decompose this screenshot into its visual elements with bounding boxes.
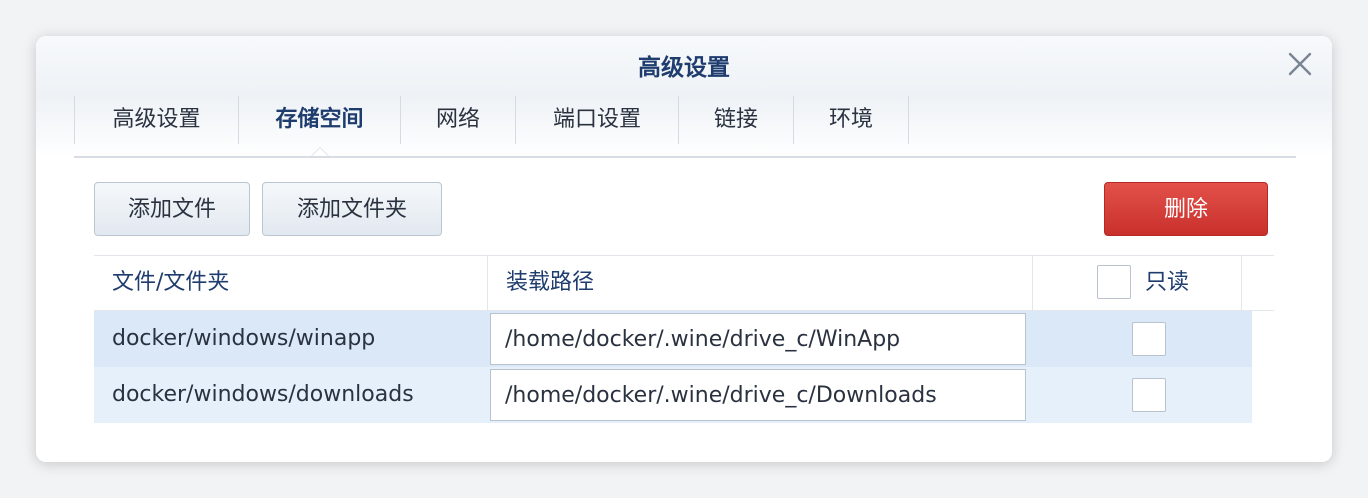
readonly-header-label: 只读 bbox=[1145, 270, 1190, 295]
readonly-select-all-checkbox[interactable] bbox=[1097, 265, 1131, 299]
advanced-settings-dialog: 高级设置 高级设置 存储空间 网络 端口设置 链接 环境 添加文件 添加文件夹 … bbox=[36, 36, 1332, 462]
tab-label: 高级设置 bbox=[112, 107, 201, 132]
column-header-mount-path[interactable]: 装载路径 bbox=[488, 256, 1033, 310]
tab-label: 网络 bbox=[435, 107, 480, 132]
readonly-checkbox[interactable] bbox=[1132, 378, 1166, 412]
tab-divider bbox=[74, 156, 1296, 158]
tab-label: 端口设置 bbox=[552, 107, 641, 132]
mount-path-input[interactable] bbox=[490, 313, 1026, 365]
mount-path-input[interactable] bbox=[490, 369, 1026, 421]
column-header-file[interactable]: 文件/文件夹 bbox=[94, 256, 488, 310]
dialog-titlebar: 高级设置 bbox=[36, 36, 1332, 96]
tab-bar: 高级设置 存储空间 网络 端口设置 链接 环境 bbox=[74, 96, 909, 156]
file-cell: docker/windows/winapp bbox=[112, 326, 376, 351]
file-cell: docker/windows/downloads bbox=[112, 382, 414, 407]
close-icon[interactable] bbox=[1286, 50, 1314, 78]
tab-advanced-settings[interactable]: 高级设置 bbox=[74, 96, 238, 144]
dialog-title: 高级设置 bbox=[638, 55, 730, 81]
grid-header: 文件/文件夹 装载路径 只读 bbox=[94, 255, 1274, 311]
tab-storage[interactable]: 存储空间 bbox=[238, 96, 400, 156]
tab-port-settings[interactable]: 端口设置 bbox=[515, 96, 678, 144]
delete-button[interactable]: 删除 bbox=[1104, 182, 1268, 236]
table-row[interactable]: docker/windows/winapp bbox=[94, 311, 1252, 367]
volume-grid: 文件/文件夹 装载路径 只读 docker/windows/winapp doc… bbox=[94, 255, 1274, 423]
tab-label: 链接 bbox=[713, 107, 758, 132]
tab-label: 存储空间 bbox=[275, 107, 364, 132]
tab-environment[interactable]: 环境 bbox=[793, 96, 909, 144]
column-header-readonly: 只读 bbox=[1033, 256, 1242, 310]
add-folder-button[interactable]: 添加文件夹 bbox=[262, 182, 442, 236]
tab-links[interactable]: 链接 bbox=[678, 96, 793, 144]
tab-network[interactable]: 网络 bbox=[400, 96, 515, 144]
table-row[interactable]: docker/windows/downloads bbox=[94, 367, 1252, 423]
tab-label: 环境 bbox=[828, 107, 873, 132]
active-tab-indicator bbox=[310, 147, 329, 156]
readonly-checkbox[interactable] bbox=[1132, 322, 1166, 356]
add-file-button[interactable]: 添加文件 bbox=[94, 182, 250, 236]
tab-bar-area: 高级设置 存储空间 网络 端口设置 链接 环境 bbox=[36, 96, 1332, 158]
